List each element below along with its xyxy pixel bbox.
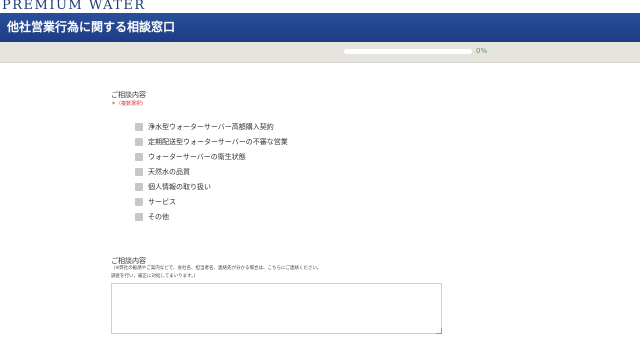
option-personal-info[interactable]: 個人情報の取り扱い <box>135 179 288 194</box>
option-water-quality[interactable]: 天然水の品質 <box>135 164 288 179</box>
option-label: 浄水型ウォーターサーバー高額購入契約 <box>148 122 274 131</box>
page-title: 他社営業行為に関する相談窓口 <box>7 20 176 34</box>
consult-detail-note-2: 調査を行い、厳正に対処してまいります。) <box>111 274 196 279</box>
checkbox[interactable] <box>135 122 143 131</box>
option-label: 定期配送型ウォーターサーバーの不審な営業 <box>148 137 288 146</box>
option-service[interactable]: サービス <box>135 194 288 209</box>
consult-detail-textarea[interactable] <box>111 283 442 334</box>
consult-detail-note-1: （※弊社の勧誘やご案内などで、会社名、担当者名、連絡先が分かる場合は、こちらにご… <box>111 266 322 271</box>
option-other[interactable]: その他 <box>135 209 288 224</box>
checkbox[interactable] <box>135 212 143 221</box>
progress-strip: 0% <box>0 42 640 63</box>
checkbox[interactable] <box>135 137 143 146</box>
checkbox[interactable] <box>135 152 143 161</box>
option-label: 個人情報の取り扱い <box>148 182 211 191</box>
option-label: サービス <box>148 197 176 206</box>
option-label: 天然水の品質 <box>148 167 190 176</box>
option-hygiene[interactable]: ウォーターサーバーの衛生状態 <box>135 149 288 164</box>
page-title-banner: 他社営業行為に関する相談窓口 <box>0 13 640 42</box>
option-label: その他 <box>148 212 169 221</box>
resize-grip-icon[interactable] <box>436 328 442 334</box>
option-water-purifier-contract[interactable]: 浄水型ウォーターサーバー高額購入契約 <box>135 119 288 134</box>
checkbox[interactable] <box>135 197 143 206</box>
option-suspicious-sales[interactable]: 定期配送型ウォーターサーバーの不審な営業 <box>135 134 288 149</box>
progress-percent: 0% <box>476 47 488 55</box>
required-note: ＊（複数選択) <box>111 101 143 107</box>
premium-water-logo: PREMIUM WATER <box>2 0 146 13</box>
consult-options-group: 浄水型ウォーターサーバー高額購入契約 定期配送型ウォーターサーバーの不審な営業 … <box>135 119 288 224</box>
option-label: ウォーターサーバーの衛生状態 <box>148 152 246 161</box>
consult-type-label: ご相談内容 <box>111 91 146 99</box>
progress-bar <box>344 49 472 54</box>
checkbox[interactable] <box>135 182 143 191</box>
checkbox[interactable] <box>135 167 143 176</box>
